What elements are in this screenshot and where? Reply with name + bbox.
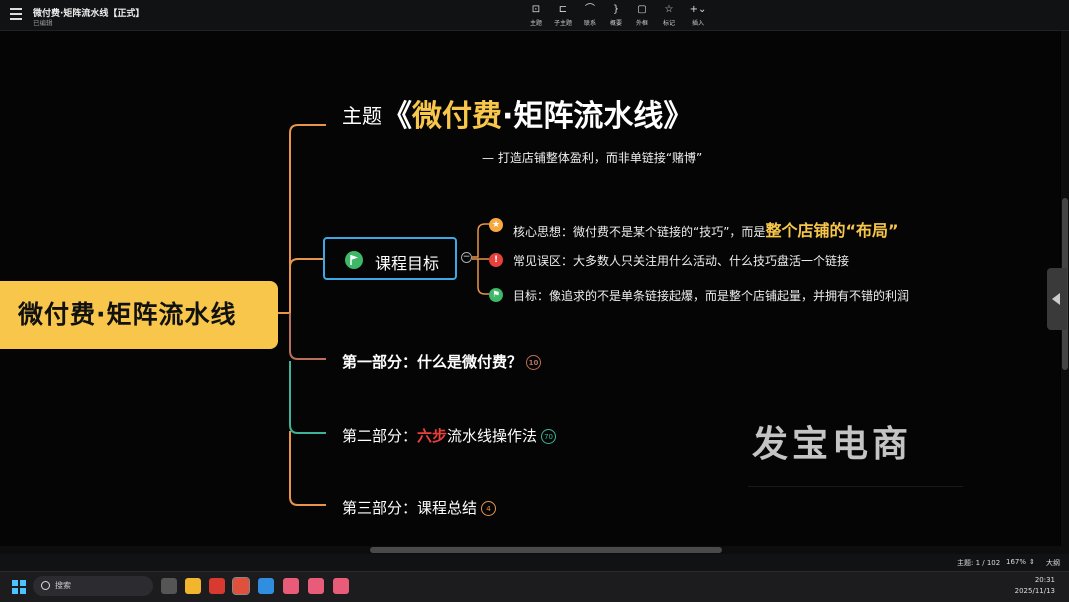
boundary-button[interactable]: ▢ 外框 bbox=[630, 4, 654, 27]
topic-title[interactable]: 主题《微付费·矩阵流水线》 bbox=[342, 91, 693, 135]
boundary-icon: ▢ bbox=[637, 4, 647, 15]
watermark: 发宝电商 bbox=[752, 424, 913, 465]
collapsed-count[interactable]: 70 bbox=[541, 429, 557, 444]
task-view-icon[interactable] bbox=[161, 578, 177, 594]
flag-icon bbox=[345, 251, 363, 269]
central-topic[interactable]: 微付费·矩阵流水线 bbox=[0, 281, 278, 349]
horizontal-scrollbar-thumb[interactable] bbox=[370, 547, 722, 553]
app-titlebar: 微付费·矩阵流水线【正式】 已编辑 ⊡ 主题 ⊏ 子主题 ⌒ 联系 } 概要 ▢… bbox=[0, 0, 1069, 31]
topic-counter: 主题: 1 / 102 bbox=[957, 559, 1001, 567]
summary-button[interactable]: } 概要 bbox=[604, 4, 628, 27]
subtopic-button[interactable]: ⊏ 子主题 bbox=[551, 4, 575, 27]
menu-icon[interactable] bbox=[10, 8, 22, 20]
zoom-level[interactable]: 167% bbox=[1006, 558, 1026, 566]
wps-icon[interactable] bbox=[209, 578, 225, 594]
save-status: 已编辑 bbox=[33, 19, 53, 27]
taskbar-clock[interactable]: 20:31 2025/11/13 bbox=[1015, 575, 1055, 597]
collapse-toggle[interactable]: − bbox=[461, 252, 472, 263]
chat-app-icon[interactable] bbox=[258, 578, 274, 594]
relationship-button[interactable]: ⌒ 联系 bbox=[578, 4, 602, 27]
app-icon-pink-3[interactable] bbox=[333, 578, 349, 594]
app-icon-pink-1[interactable] bbox=[283, 578, 299, 594]
exclamation-icon: ! bbox=[489, 253, 503, 267]
search-icon bbox=[41, 581, 50, 590]
outline-button[interactable]: 大纲 bbox=[1046, 558, 1060, 568]
goal-topic[interactable]: 课程目标 bbox=[323, 237, 457, 280]
insert-icon: +⌄ bbox=[689, 4, 707, 15]
taskbar-search[interactable]: 搜索 bbox=[33, 576, 153, 596]
mindmap-canvas[interactable]: 微付费·矩阵流水线 主题《微付费·矩阵流水线》 — 打造店铺整体盈利，而非单链接… bbox=[0, 31, 1060, 546]
star-icon: ★ bbox=[489, 218, 503, 232]
mindmap-app-icon[interactable] bbox=[232, 577, 250, 595]
status-bar: 主题: 1 / 102 167% ⇕ 大纲 bbox=[0, 554, 1069, 571]
faint-panel bbox=[748, 486, 963, 517]
marker-icon: ☆ bbox=[664, 4, 674, 15]
zoom-stepper-icon[interactable]: ⇕ bbox=[1029, 558, 1035, 566]
subtopic-icon: ⊏ bbox=[558, 4, 568, 15]
section-one[interactable]: 第一部分：什么是微付费？ 10 bbox=[342, 351, 542, 372]
os-taskbar: 搜索 20:31 2025/11/13 bbox=[0, 571, 1069, 602]
summary-icon: } bbox=[612, 4, 620, 15]
flag-icon: ⚑ bbox=[489, 288, 503, 302]
section-two[interactable]: 第二部分：六步流水线操作法 70 bbox=[342, 425, 557, 446]
section-three[interactable]: 第三部分：课程总结 4 bbox=[342, 497, 497, 518]
windows-start-icon[interactable] bbox=[12, 580, 26, 594]
file-explorer-icon[interactable] bbox=[185, 578, 201, 594]
relationship-icon: ⌒ bbox=[585, 4, 595, 15]
collapsed-count[interactable]: 4 bbox=[481, 501, 497, 516]
topic-icon: ⊡ bbox=[531, 4, 541, 15]
side-panel-toggle[interactable] bbox=[1047, 268, 1067, 330]
topic-button[interactable]: ⊡ 主题 bbox=[524, 4, 548, 27]
app-icon-pink-2[interactable] bbox=[308, 578, 324, 594]
collapsed-count[interactable]: 10 bbox=[526, 355, 542, 370]
topic-subtitle[interactable]: — 打造店铺整体盈利，而非单链接“赌博” bbox=[482, 149, 702, 166]
insert-button[interactable]: +⌄ 插入 bbox=[686, 4, 710, 27]
marker-button[interactable]: ☆ 标记 bbox=[657, 4, 681, 27]
